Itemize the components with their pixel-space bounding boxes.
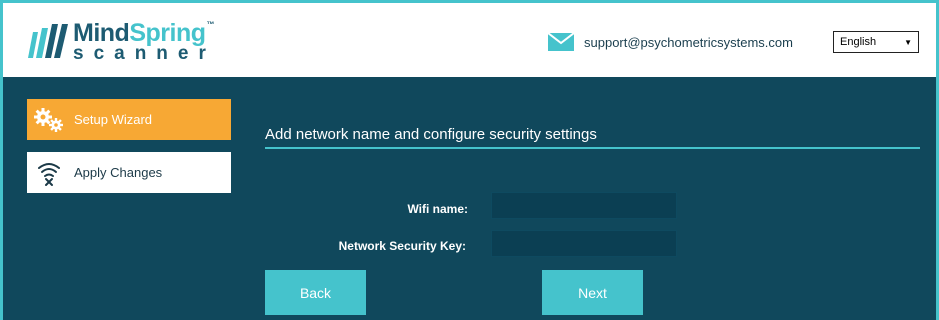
- wifi-name-label: Wifi name:: [407, 202, 468, 216]
- security-key-label: Network Security Key:: [338, 239, 466, 253]
- sidebar-item-label: Setup Wizard: [74, 112, 153, 127]
- next-button[interactable]: Next: [542, 270, 643, 315]
- language-selected: English: [840, 36, 877, 48]
- support-email[interactable]: support@psychometricsystems.com: [584, 35, 793, 50]
- logo-trademark: ™: [206, 20, 215, 29]
- sidebar-item-setup-wizard[interactable]: Setup Wizard: [27, 99, 231, 140]
- page-title: Add network name and configure security …: [265, 126, 597, 143]
- brand-logo: MindSpring™ scanner: [27, 21, 216, 63]
- app-frame: MindSpring™ scanner support@psychometric…: [0, 0, 939, 320]
- caret-down-icon: ▼: [904, 37, 912, 47]
- mail-icon: [548, 33, 574, 51]
- wifi-off-icon: [38, 162, 60, 186]
- title-divider: [265, 147, 920, 149]
- language-select[interactable]: English ▼: [833, 31, 919, 53]
- logo-subtitle: scanner: [73, 43, 216, 64]
- logo-stripes-icon: [28, 24, 68, 58]
- sidebar-item-label: Apply Changes: [74, 165, 163, 180]
- back-button[interactable]: Back: [265, 270, 366, 315]
- support-contact: support@psychometricsystems.com: [548, 33, 793, 51]
- sidebar-item-apply-changes[interactable]: Apply Changes: [27, 152, 231, 193]
- security-key-input[interactable]: [491, 230, 677, 257]
- wifi-name-input[interactable]: [491, 192, 677, 219]
- header: MindSpring™ scanner support@psychometric…: [3, 3, 936, 77]
- logo-text: MindSpring™ scanner: [73, 20, 216, 64]
- gears-icon: [34, 107, 63, 132]
